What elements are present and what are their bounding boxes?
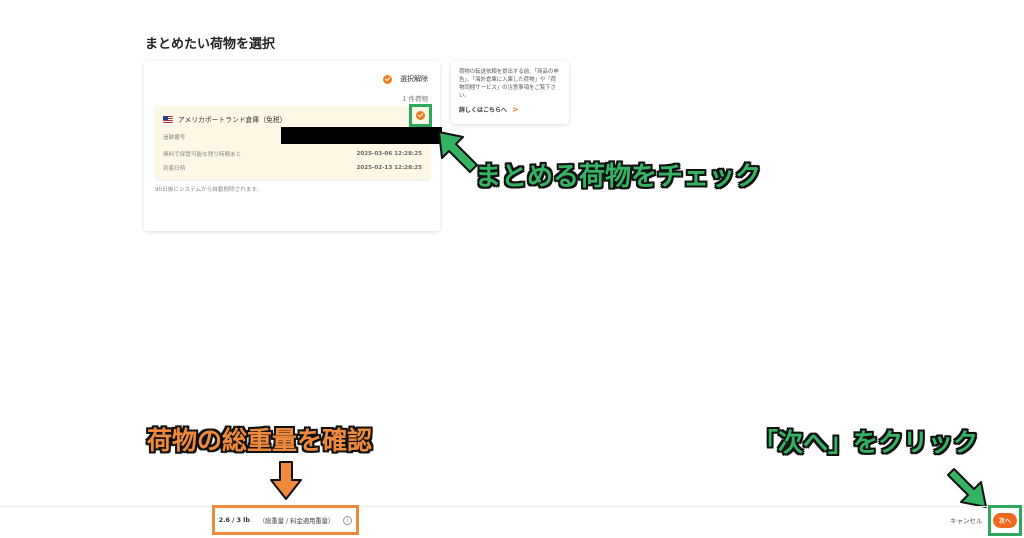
us-flag-icon [163,115,173,123]
weight-callout: 荷物の総重量を確認 [147,426,373,455]
arrow-down-to-weight-icon [270,461,302,500]
deselect-all-toggle[interactable]: 選択解除 [383,74,428,84]
storage-row: 無料で保管可能な残り時間あと 2025-03-06 12:28:25 [163,150,422,158]
arrow-to-next-icon [947,468,987,508]
page-title: まとめたい荷物を選択 [145,37,276,52]
package-list-card: 選択解除 1 件荷物 アメリカポートランド倉庫（免税） 追跡番号 無料で保管可能… [144,61,442,231]
package-item[interactable]: アメリカポートランド倉庫（免税） 追跡番号 無料で保管可能な残り時間あと 202… [155,104,442,179]
page: まとめたい荷物を選択 選択解除 1 件荷物 アメリカポートランド倉庫（免税） 追… [0,0,1024,538]
deselect-label: 選択解除 [400,75,428,83]
package-count: 1 件荷物 [402,95,428,103]
details-link-label: 詳しくはこちらへ [459,107,508,115]
arrival-row: 到着日時 2025-02-13 12:28:25 [163,164,422,172]
storage-label: 無料で保管可能な残り時間あと [163,152,242,158]
weight-value: 2.6 / 3 lb [218,516,250,524]
checked-icon [383,74,392,84]
next-callout: 「次へ」をクリック [753,428,979,457]
warehouse-header: アメリカポートランド倉庫（免税） [163,114,286,124]
warehouse-name: アメリカポートランド倉庫（免税） [178,116,287,124]
details-link[interactable]: 詳しくはこちらへ > [459,105,561,114]
arrival-value: 2025-02-13 12:28:25 [356,165,422,171]
notice-card: 荷物の転送依頼を提出する前、「商品の申告」、「海外倉庫に入庫した荷物」や「荷物同… [451,61,569,124]
footer-divider [0,506,1024,507]
notice-text: 荷物の転送依頼を提出する前、「商品の申告」、「海外倉庫に入庫した荷物」や「荷物同… [459,69,559,100]
auto-delete-note: 90日後にシステムから自動削除されます。 [155,187,263,193]
chevron-right-icon: > [512,105,519,115]
check-callout: まとめる荷物をチェック [475,162,762,192]
tracking-label: 追跡番号 [163,135,186,141]
cancel-button[interactable]: キャンセル [950,515,983,525]
next-button-highlight: 次へ [988,505,1022,536]
package-checkbox[interactable] [416,111,425,120]
total-weight-box: 2.6 / 3 lb （総重量 / 料金適用重量） i [212,505,359,535]
info-icon[interactable]: i [343,515,353,525]
tracking-number-redacted [281,127,442,144]
package-checkbox-highlight [409,104,432,127]
weight-caption: （総重量 / 料金適用重量） [258,517,335,525]
storage-value: 2025-03-06 12:28:25 [356,151,422,157]
next-button[interactable]: 次へ [993,513,1017,528]
arrival-label: 到着日時 [163,166,186,172]
